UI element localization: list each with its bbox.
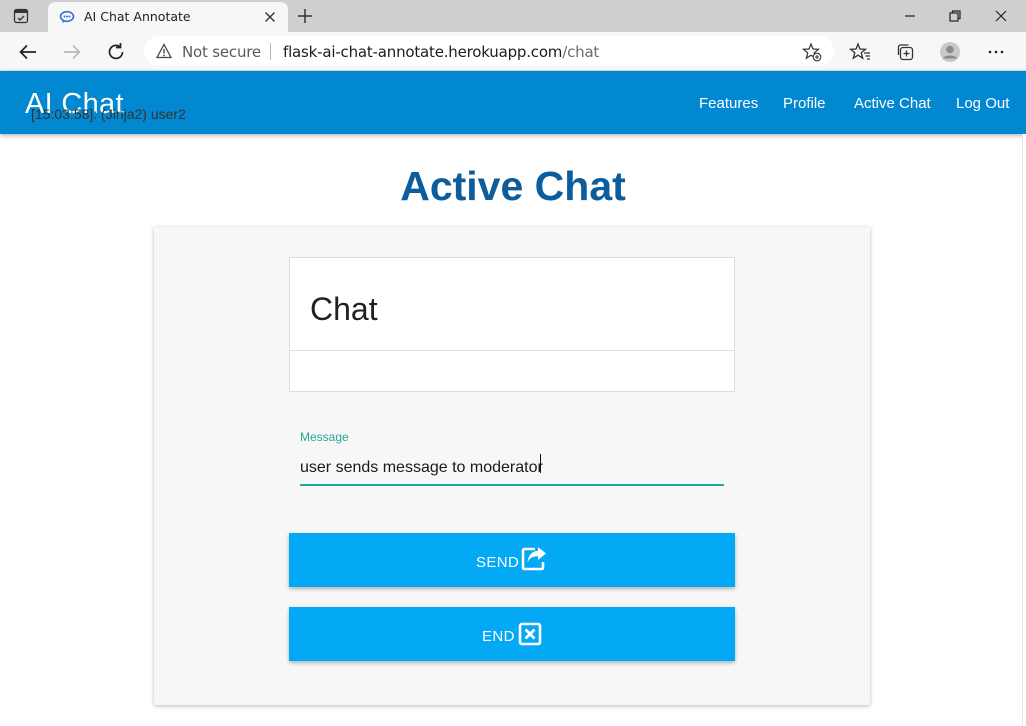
tab-title: AI Chat Annotate	[84, 9, 191, 24]
minimize-icon[interactable]	[900, 6, 920, 26]
tab-actions-icon[interactable]	[13, 8, 29, 24]
restore-icon[interactable]	[945, 6, 965, 26]
nav-link-log-out[interactable]: Log Out	[956, 95, 1009, 112]
end-button[interactable]: END	[289, 607, 735, 661]
forward-icon[interactable]	[61, 41, 83, 63]
text-caret	[540, 454, 541, 473]
message-label: Message	[300, 430, 349, 444]
chat-message: [15:03:58]: (Jinja2) user2	[31, 106, 186, 122]
browser-toolbar: Not secure flask-ai-chat-annotate.heroku…	[0, 32, 1026, 71]
refresh-icon[interactable]	[105, 41, 127, 63]
message-input[interactable]	[300, 451, 724, 486]
collections-icon[interactable]	[894, 41, 916, 63]
add-favorite-icon[interactable]	[801, 42, 822, 62]
chat-panel: Chat	[289, 257, 735, 392]
address-divider	[270, 43, 271, 60]
browser-tab-strip: AI Chat Annotate	[0, 0, 1026, 32]
more-menu-icon[interactable]	[985, 41, 1007, 63]
profile-avatar-icon[interactable]	[939, 41, 961, 63]
chat-favicon-icon	[59, 9, 75, 25]
end-button-label: END	[482, 628, 515, 645]
send-button-label: SEND	[476, 554, 520, 571]
warning-icon[interactable]	[155, 43, 173, 59]
nav-link-features[interactable]: Features	[699, 95, 758, 112]
send-button[interactable]: SEND	[289, 533, 735, 587]
nav-link-profile[interactable]: Profile	[783, 95, 826, 112]
browser-tab[interactable]: AI Chat Annotate	[48, 2, 288, 32]
chat-title: Chat	[310, 291, 378, 327]
address-bar[interactable]: Not secure flask-ai-chat-annotate.heroku…	[144, 36, 834, 66]
url-text[interactable]: flask-ai-chat-annotate.herokuapp.com/cha…	[283, 43, 599, 61]
page-scrollbar[interactable]	[1022, 134, 1026, 726]
back-icon[interactable]	[17, 41, 39, 63]
favorites-icon[interactable]	[848, 41, 871, 63]
url-path: /chat	[562, 43, 600, 61]
share-icon	[521, 545, 547, 571]
page-title: Active Chat	[400, 163, 626, 209]
security-label[interactable]: Not secure	[182, 43, 261, 61]
nav-link-active-chat[interactable]: Active Chat	[854, 95, 931, 112]
close-window-icon[interactable]	[991, 6, 1011, 26]
close-box-icon	[518, 622, 544, 648]
new-tab-icon[interactable]	[296, 7, 314, 25]
url-host: flask-ai-chat-annotate.herokuapp.com	[283, 43, 563, 61]
app-navbar: AI Chat Features Profile Active Chat Log…	[0, 71, 1026, 134]
close-tab-icon[interactable]	[262, 9, 278, 25]
chat-panel-header: Chat	[290, 258, 734, 351]
